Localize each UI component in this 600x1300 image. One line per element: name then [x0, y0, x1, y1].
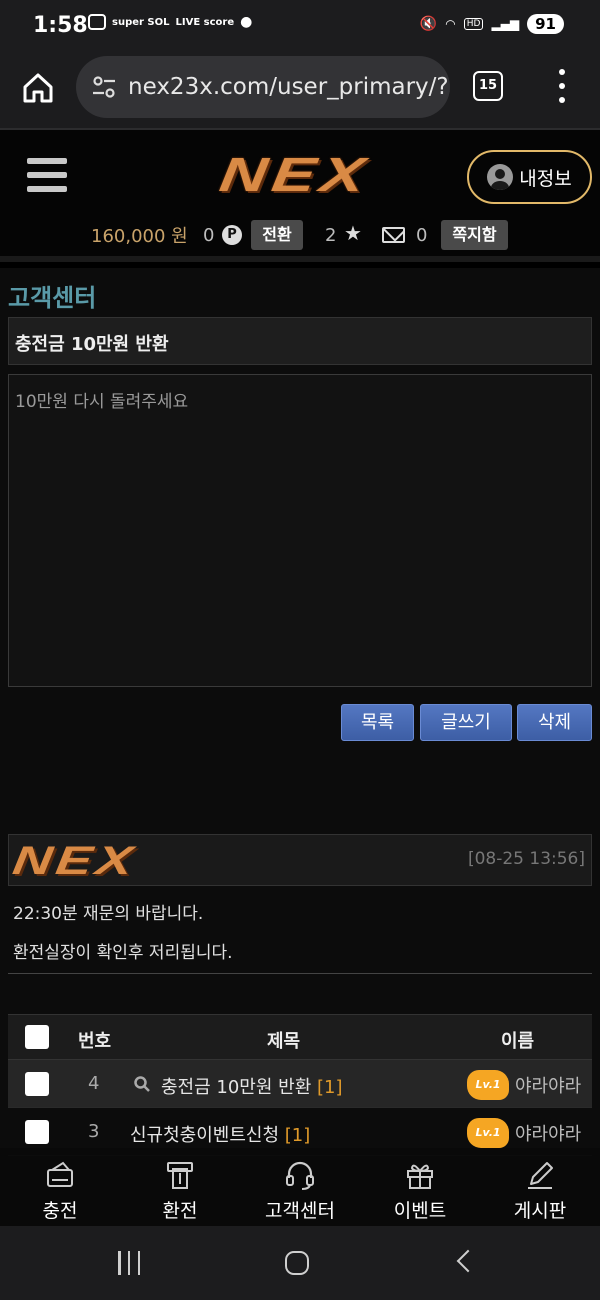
site-header: NEX 내정보 160,000 원 0 P 전환 2 ★ 0 쪽지함 — [0, 130, 600, 262]
menu-icon[interactable] — [27, 158, 67, 192]
dot-icon: ● — [240, 14, 253, 30]
table-header: 번호 제목 이름 — [8, 1014, 592, 1060]
screenshot-icon — [88, 14, 106, 30]
inbox-button[interactable]: 쪽지함 — [441, 220, 508, 250]
my-info-button[interactable]: 내정보 — [467, 150, 592, 204]
mute-icon: 🔇 — [419, 16, 438, 32]
row-author: 야라야라 — [515, 1076, 582, 1097]
post-subject: 충전금 10만원 반환 — [8, 317, 592, 365]
signal-icon: ▂▄▆ — [491, 17, 520, 31]
messages-count: 0 — [416, 224, 428, 246]
row-number: 4 — [88, 1073, 100, 1094]
wifi-icon: ◠ — [445, 17, 456, 31]
live-score-icon: LIVE score — [175, 16, 235, 28]
nav-customer-center[interactable]: 고객센터 — [250, 1148, 350, 1226]
hd-voice-icon: HD — [463, 18, 484, 30]
nav-label: 이벤트 — [393, 1200, 447, 1222]
page-content: 고객센터 충전금 10만원 반환 10만원 다시 돌려주세요 목록 글쓰기 삭제… — [0, 268, 600, 1156]
row-checkbox[interactable] — [25, 1072, 49, 1096]
tab-switcher-button[interactable]: 15 — [473, 71, 503, 101]
column-title: 제목 — [267, 1031, 301, 1052]
page-title: 고객센터 — [8, 284, 97, 312]
site-settings-icon[interactable] — [90, 73, 118, 101]
write-button[interactable]: 글쓰기 — [420, 704, 512, 741]
recent-apps-icon[interactable] — [118, 1251, 140, 1275]
system-navigation-bar — [0, 1226, 600, 1300]
browser-toolbar: nex23x.com/user_primary/?s 15 — [0, 52, 600, 130]
notification-icons: super SOL LIVE score ● — [88, 14, 252, 30]
stars-count: 2 — [325, 224, 337, 246]
mail-icon[interactable] — [382, 227, 405, 243]
system-icons: 🔇 ◠ HD ▂▄▆ 91 — [420, 14, 564, 34]
row-author: 야라야라 — [515, 1124, 582, 1145]
reply-header: NEX [08-25 13:56] — [8, 834, 592, 886]
nav-board[interactable]: 게시판 — [500, 1148, 580, 1226]
comment-count: [1] — [317, 1077, 343, 1098]
battery-badge: 91 — [527, 14, 564, 34]
points-value: 0 — [203, 224, 215, 246]
delete-button[interactable]: 삭제 — [517, 704, 592, 741]
select-all-checkbox[interactable] — [25, 1025, 49, 1049]
headset-icon — [286, 1161, 314, 1190]
more-options-icon[interactable] — [558, 69, 566, 103]
my-info-label: 내정보 — [519, 167, 572, 190]
search-icon — [134, 1076, 150, 1092]
level-badge-icon: Lv.1 — [467, 1118, 513, 1148]
deposit-icon — [47, 1161, 73, 1187]
nav-label: 고객센터 — [265, 1200, 335, 1222]
clock: 1:58 — [33, 13, 88, 38]
bottom-navigation: 충전 환전 고객센터 이벤트 게시판 — [0, 1148, 600, 1226]
column-number: 번호 — [78, 1031, 112, 1052]
reply-line: 환전실장이 확인후 저리됩니다. — [13, 943, 233, 963]
home-icon[interactable] — [20, 70, 56, 106]
site-logo[interactable]: NEX — [216, 148, 373, 203]
pencil-icon — [528, 1162, 553, 1189]
divider — [8, 973, 592, 974]
nav-deposit[interactable]: 충전 — [22, 1148, 98, 1226]
row-title: 신규첫충이벤트신청 — [130, 1125, 280, 1146]
nav-label: 환전 — [162, 1200, 198, 1222]
user-icon — [487, 164, 514, 190]
nav-label: 충전 — [42, 1200, 78, 1222]
reply-line: 22:30분 재문의 바랍니다. — [13, 904, 204, 924]
status-bar: 1:58 super SOL LIVE score ● 🔇 ◠ HD ▂▄▆ 9… — [0, 0, 600, 52]
home-button-icon[interactable] — [285, 1251, 309, 1275]
row-number: 3 — [88, 1121, 100, 1142]
money-balance: 160,000 원 — [91, 226, 188, 247]
level-badge-icon: Lv.1 — [467, 1070, 513, 1100]
row-title-link[interactable]: 충전금 10만원 반환 [1] — [161, 1073, 343, 1099]
url-text: nex23x.com/user_primary/?s — [128, 74, 450, 100]
address-bar[interactable]: nex23x.com/user_primary/?s — [76, 56, 450, 118]
row-title: 충전금 10만원 반환 — [161, 1077, 312, 1098]
nav-label: 게시판 — [513, 1200, 567, 1222]
comment-count: [1] — [284, 1125, 311, 1146]
convert-button[interactable]: 전환 — [251, 220, 303, 250]
nav-withdraw[interactable]: 환전 — [142, 1148, 218, 1226]
withdraw-icon — [167, 1162, 193, 1189]
post-body: 10만원 다시 돌려주세요 — [8, 374, 592, 687]
reply-date: [08-25 13:56] — [467, 849, 585, 869]
star-icon: ★ — [344, 221, 362, 245]
list-button[interactable]: 목록 — [341, 704, 414, 741]
back-icon[interactable] — [456, 1249, 480, 1273]
table-row[interactable]: 4 충전금 10만원 반환 [1] Lv.1 야라야라 — [8, 1060, 592, 1108]
row-title-link[interactable]: 신규첫충이벤트신청 [1] — [130, 1121, 310, 1147]
nav-event[interactable]: 이벤트 — [380, 1148, 460, 1226]
point-icon: P — [222, 225, 242, 245]
row-checkbox[interactable] — [25, 1120, 49, 1144]
super-sol-icon: super SOL — [112, 16, 170, 28]
gift-icon — [407, 1164, 433, 1189]
column-name: 이름 — [501, 1031, 535, 1052]
user-summary-bar: 160,000 원 0 P 전환 2 ★ 0 쪽지함 — [0, 218, 600, 252]
reply-author-logo: NEX — [9, 839, 140, 883]
